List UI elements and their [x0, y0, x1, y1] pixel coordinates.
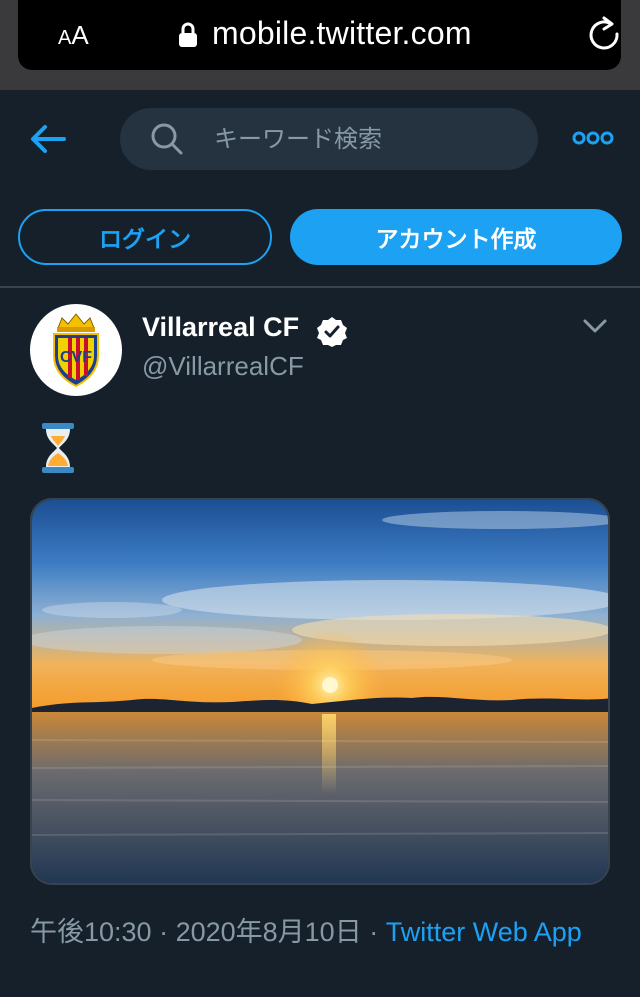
reload-icon[interactable] — [586, 16, 622, 52]
text-size-button[interactable]: AA — [58, 20, 89, 51]
url-text[interactable]: mobile.twitter.com — [212, 15, 472, 52]
tweet-time[interactable]: 午後10:30 — [30, 917, 152, 947]
verified-badge-icon — [317, 317, 347, 347]
tweet-photo[interactable] — [30, 498, 610, 885]
user-handle[interactable]: @VillarrealCF — [142, 351, 304, 382]
search-bar[interactable] — [120, 108, 538, 170]
svg-text:CVF: CVF — [60, 349, 92, 366]
villarreal-crest-logo: CVF — [53, 313, 99, 388]
address-bar[interactable]: AA mobile.twitter.com — [18, 0, 621, 70]
separator: · — [361, 917, 386, 947]
tweet-source-link[interactable]: Twitter Web App — [386, 917, 582, 947]
hourglass-emoji — [42, 423, 74, 473]
chevron-down-icon[interactable] — [582, 316, 608, 336]
separator: · — [151, 917, 176, 947]
search-icon — [151, 123, 183, 155]
display-name[interactable]: Villarreal CF — [142, 312, 299, 343]
search-input[interactable] — [214, 122, 514, 156]
divider — [0, 286, 640, 288]
login-button[interactable]: ログイン — [18, 209, 272, 265]
more-icon[interactable] — [572, 128, 614, 148]
browser-chrome: AA mobile.twitter.com — [0, 0, 640, 90]
tweet-date[interactable]: 2020年8月10日 — [176, 917, 362, 947]
tweet-metadata: 午後10:30 · 2020年8月10日 · Twitter Web App — [30, 914, 620, 950]
create-account-button[interactable]: アカウント作成 — [290, 209, 622, 265]
back-arrow-icon[interactable] — [28, 122, 68, 156]
lock-icon — [179, 22, 197, 47]
avatar[interactable]: CVF — [30, 304, 122, 396]
sunset-over-water-photo — [32, 500, 608, 883]
